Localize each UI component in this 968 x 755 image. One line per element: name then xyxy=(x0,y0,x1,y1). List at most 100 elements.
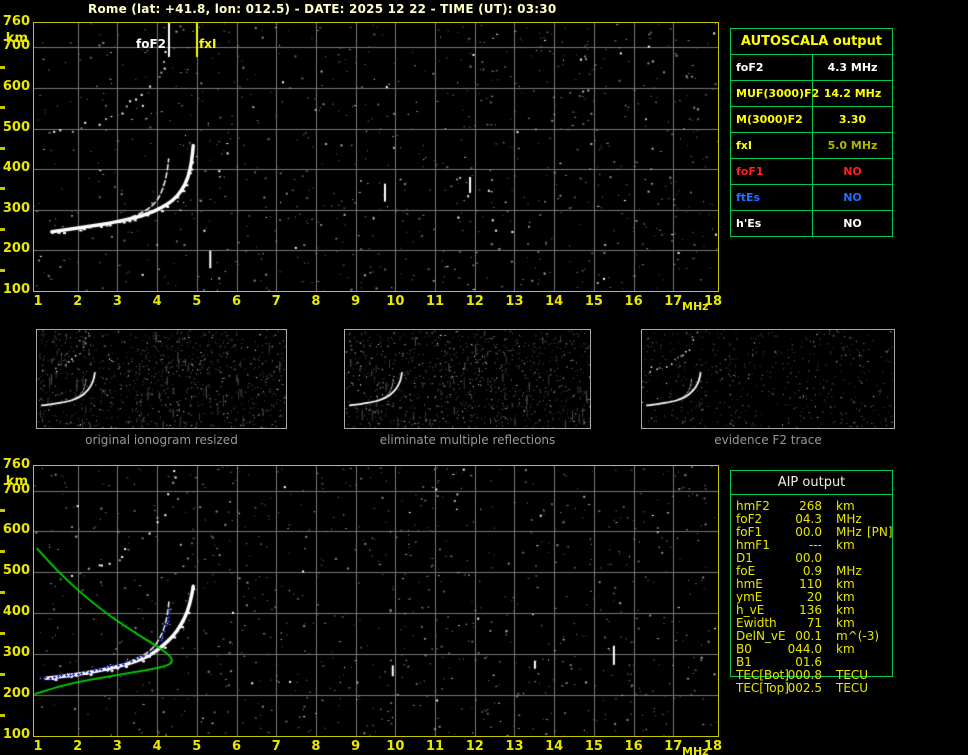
row-label: foF1 xyxy=(731,159,813,184)
table-row: foF2 4.3 MHz xyxy=(731,55,892,81)
aip-parameter-flag: [PN] xyxy=(867,525,893,539)
row-value: 5.0 MHz xyxy=(827,139,878,152)
table-row: MUF(3000)F2 14.2 MHz xyxy=(731,81,892,107)
profile-ionogram-canvas xyxy=(34,466,718,736)
table-row: foF1 NO xyxy=(731,159,892,185)
x-tick-label: 14 xyxy=(545,739,564,754)
y-tick-label: 400 xyxy=(2,604,30,620)
y-axis-minor-tick xyxy=(0,509,5,512)
x-tick-label: 6 xyxy=(231,739,242,754)
x-tick-label: 4 xyxy=(152,739,162,754)
aip-parameter-unit: TECU xyxy=(836,681,869,695)
y-tick-label: 600 xyxy=(2,522,30,538)
main-ionogram-canvas xyxy=(34,23,718,291)
aip-output-title: AIP output xyxy=(731,471,892,495)
row-value: NO xyxy=(843,165,862,178)
thumbnail-no-multiples-canvas xyxy=(345,330,590,428)
y-tick-label: 400 xyxy=(2,160,30,176)
y-axis-minor-tick xyxy=(0,672,5,676)
x-tick-label: 12 xyxy=(465,739,484,754)
x-tick-label: 5 xyxy=(192,739,202,754)
main-ionogram-plot: foF2 fxI xyxy=(33,22,719,292)
x-tick-label: 7 xyxy=(271,294,281,309)
thumbnail-caption: original ionogram resized xyxy=(85,433,238,447)
fxi-marker-label: fxI xyxy=(199,37,217,51)
aip-parameter-unit: km xyxy=(836,538,855,552)
x-tick-label: 12 xyxy=(465,294,484,309)
thumbnail-evidence-f2-trace xyxy=(641,329,895,429)
table-row: M(3000)F2 3.30 xyxy=(731,107,892,133)
x-axis-unit-label: MHz xyxy=(682,300,709,313)
row-label: M(3000)F2 xyxy=(731,107,813,132)
row-value: 14.2 MHz xyxy=(823,87,882,100)
thumbnail-caption: eliminate multiple reflections xyxy=(379,433,556,447)
y-axis-minor-tick xyxy=(0,187,5,191)
y-tick-label: 300 xyxy=(2,200,30,216)
y-tick-label: 200 xyxy=(2,241,30,257)
x-tick-label: 5 xyxy=(192,294,202,309)
row-label: MUF(3000)F2 xyxy=(731,81,819,106)
profile-ionogram-plot xyxy=(33,465,719,737)
x-tick-label: 8 xyxy=(311,739,321,754)
table-row: ftEs NO xyxy=(731,185,892,211)
x-tick-label: 3 xyxy=(112,739,122,754)
x-tick-label: 11 xyxy=(426,294,445,309)
thumbnail-no-multiple-reflections xyxy=(344,329,591,429)
thumbnail-f2-trace-canvas xyxy=(642,330,894,428)
y-axis-minor-tick xyxy=(0,549,5,553)
x-tick-label: 6 xyxy=(231,294,242,309)
autoscala-output-table: AUTOSCALA output foF2 4.3 MHz MUF(3000)F2 1… xyxy=(730,28,893,237)
table-row: fxI 5.0 MHz xyxy=(731,133,892,159)
y-axis-unit-label: km xyxy=(5,31,28,46)
x-tick-label: 10 xyxy=(386,739,405,754)
y-tick-label: 600 xyxy=(2,78,30,94)
x-tick-label: 15 xyxy=(584,294,603,309)
y-tick-label: 760 xyxy=(2,457,30,472)
y-axis-minor-tick xyxy=(0,713,5,717)
x-tick-label: 9 xyxy=(351,739,361,754)
x-tick-label: 14 xyxy=(545,294,564,309)
row-label: fxI xyxy=(731,133,813,158)
station-date-title: Rome (lat: +41.8, lon: 012.5) - DATE: 20… xyxy=(88,2,557,16)
x-tick-label: 16 xyxy=(624,739,643,754)
y-axis-minor-tick xyxy=(0,631,5,635)
y-axis-minor-tick xyxy=(0,106,5,110)
thumbnail-original-canvas xyxy=(37,330,286,428)
y-tick-label: 500 xyxy=(2,119,30,135)
x-tick-label: 2 xyxy=(73,294,83,309)
thumbnail-caption: evidence F2 trace xyxy=(714,433,822,447)
x-tick-label: 9 xyxy=(351,294,361,309)
thumbnail-original-ionogram xyxy=(36,329,287,429)
x-tick-label: 15 xyxy=(584,739,603,754)
x-tick-label: 13 xyxy=(505,739,524,754)
x-axis-unit-label: MHz xyxy=(682,745,709,755)
x-tick-label: 10 xyxy=(386,294,405,309)
fof2-marker-label: foF2 xyxy=(135,37,166,51)
x-tick-label: 16 xyxy=(624,294,643,309)
x-tick-label: 11 xyxy=(426,739,445,754)
x-tick-label: 1 xyxy=(33,739,43,754)
x-tick-label: 1 xyxy=(33,294,43,309)
y-axis-unit-label: km xyxy=(5,474,28,489)
row-label: h'Es xyxy=(731,211,813,237)
autoscala-window: Rome (lat: +41.8, lon: 012.5) - DATE: 20… xyxy=(0,0,968,755)
x-tick-label: 4 xyxy=(152,294,162,309)
row-value: 4.3 MHz xyxy=(827,61,878,74)
y-tick-label: 760 xyxy=(2,14,30,29)
y-axis-minor-tick xyxy=(0,146,5,150)
autoscala-output-title: AUTOSCALA output xyxy=(731,29,892,55)
aip-row: TEC[Top] 002.5 TECU xyxy=(736,682,901,695)
x-tick-label: 8 xyxy=(311,294,321,309)
y-tick-label: 200 xyxy=(2,686,30,702)
aip-parameter-value: 002.5 xyxy=(787,681,822,695)
y-axis-minor-tick xyxy=(0,65,5,69)
x-tick-label: 2 xyxy=(73,739,83,754)
y-axis-minor-tick xyxy=(0,590,5,594)
x-tick-label: 13 xyxy=(505,294,524,309)
row-value: NO xyxy=(843,191,862,204)
y-axis-minor-tick xyxy=(0,268,5,272)
y-tick-label: 500 xyxy=(2,563,30,579)
row-value: NO xyxy=(843,217,862,230)
table-row: h'Es NO xyxy=(731,211,892,237)
autoscala-output-rows: foF2 4.3 MHz MUF(3000)F2 14.2 MHz M(3000)F2 3… xyxy=(731,55,892,237)
